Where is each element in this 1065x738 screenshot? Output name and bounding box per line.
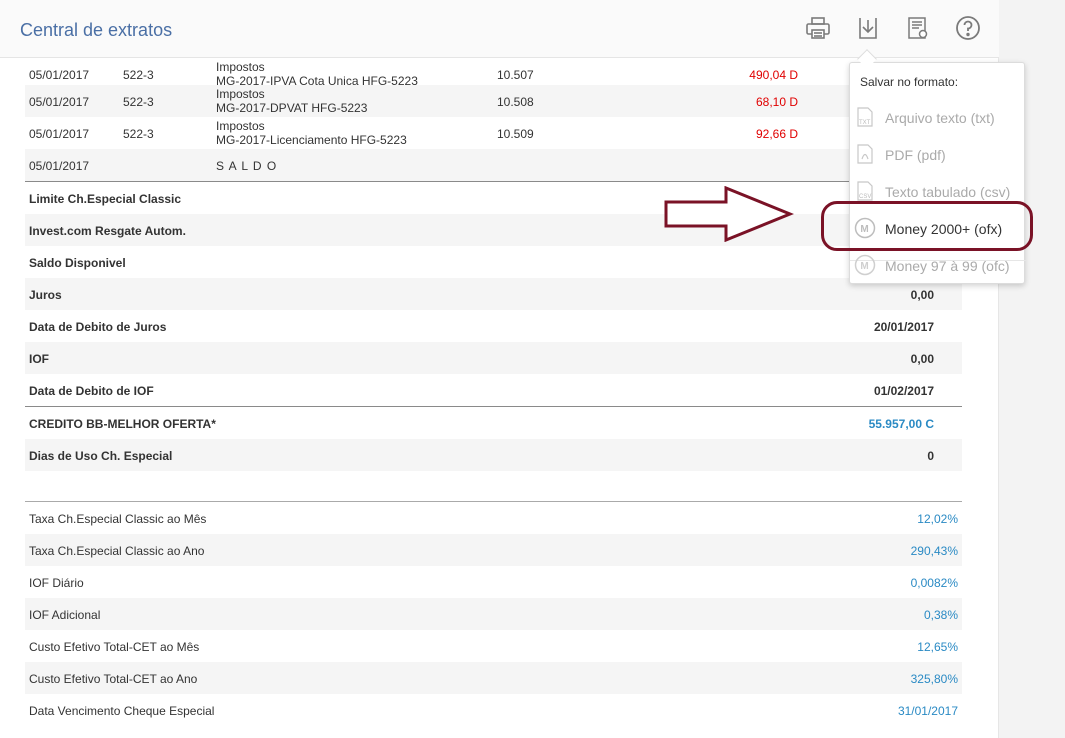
rate-row: Data Vencimento Cheque Especial 31/01/20… (25, 694, 962, 726)
annotation-highlight (821, 201, 1033, 251)
summary-label: Juros (29, 288, 62, 302)
printer-icon[interactable] (805, 15, 831, 41)
date-cell: 05/01/2017 (29, 95, 90, 109)
summary-value: 01/02/2017 (873, 384, 934, 398)
summary-label: Data de Debito de Juros (29, 320, 167, 334)
format-option-txt[interactable]: TXT Arquivo texto (txt) (850, 102, 1026, 132)
summary-label: Invest.com Resgate Autom. (29, 224, 186, 238)
rate-row: Custo Efetivo Total-CET ao Mês 12,65% (25, 630, 962, 662)
header-bar: Central de extratos (0, 0, 999, 58)
rate-row: IOF Adicional 0,38% (25, 598, 962, 630)
dropdown-title: Salvar no formato: (860, 75, 959, 89)
description-cell: Impostos MG-2017-DPVAT HFG-5223 (216, 87, 368, 115)
rate-label: Taxa Ch.Especial Classic ao Ano (29, 544, 205, 558)
document-cell: 10.507 (497, 68, 534, 82)
rate-value: 290,43% (910, 544, 958, 558)
credit-value: 55.957,00 C (868, 417, 934, 431)
table-row: 05/01/2017 522-3 Impostos MG-2017-DPVAT H… (25, 85, 962, 117)
credit-row: CREDITO BB-MELHOR OFERTA* 55.957,00 C (25, 407, 962, 439)
format-option-label: Arquivo texto (txt) (885, 110, 995, 126)
rate-label: Custo Efetivo Total-CET ao Mês (29, 640, 200, 654)
receipt-icon[interactable] (905, 15, 931, 41)
dias-label: Dias de Uso Ch. Especial (29, 449, 173, 463)
summary-row: Juros 0,00 (25, 278, 962, 310)
svg-text:M: M (860, 261, 868, 272)
rate-row: Custo Efetivo Total-CET ao Ano 325,80% (25, 662, 962, 694)
summary-row: Data de Debito de IOF 01/02/2017 (25, 374, 962, 406)
rate-label: IOF Adicional (29, 608, 101, 622)
summary-label: Limite Ch.Especial Classic (29, 192, 182, 206)
description-cell: Impostos MG-2017-IPVA Cota Unica HFG-5223 (216, 60, 418, 88)
date-cell: 05/01/2017 (29, 159, 90, 173)
format-option-ofc[interactable]: M Money 97 à 99 (ofc) (850, 250, 1026, 280)
rate-label: IOF Diário (29, 576, 84, 590)
summary-label: Saldo Disponivel (29, 256, 126, 270)
rate-value: 0,38% (923, 608, 958, 622)
summary-row: IOF 0,00 (25, 342, 962, 374)
saldo-label: S A L D O (216, 159, 278, 173)
branch-cell: 522-3 (123, 127, 154, 141)
page-title: Central de extratos (20, 20, 173, 40)
pdf-file-icon (854, 143, 876, 165)
svg-text:TXT: TXT (859, 120, 871, 126)
description-cell: Impostos MG-2017-Licenciamento HFG-5223 (216, 119, 407, 147)
rate-label: Custo Efetivo Total-CET ao Ano (29, 672, 198, 686)
rate-row: Taxa Ch.Especial Classic ao Mês 12,02% (25, 502, 962, 534)
branch-cell: 522-3 (123, 95, 154, 109)
value-cell: 68,10 D (755, 95, 798, 109)
credit-label: CREDITO BB-MELHOR OFERTA* (29, 417, 216, 431)
format-option-pdf[interactable]: PDF (pdf) (850, 139, 1026, 169)
rate-row: IOF Diário 0,0082% (25, 566, 962, 598)
svg-text:CSV: CSV (859, 194, 871, 200)
table-row: 05/01/2017 522-3 Impostos MG-2017-Licenci… (25, 117, 962, 149)
summary-value: 0,00 (910, 352, 934, 366)
document-cell: 10.509 (497, 127, 534, 141)
date-cell: 05/01/2017 (29, 68, 90, 82)
summary-row: Data de Debito de Juros 20/01/2017 (25, 310, 962, 342)
rate-value: 12,02% (917, 512, 958, 526)
date-cell: 05/01/2017 (29, 127, 90, 141)
value-cell: 92,66 D (755, 127, 798, 141)
money-icon: M (854, 254, 876, 276)
download-icon[interactable] (855, 15, 881, 41)
format-option-label: Money 97 à 99 (ofc) (885, 258, 1010, 274)
branch-cell: 522-3 (123, 68, 154, 82)
document-cell: 10.508 (497, 95, 534, 109)
value-cell: 490,04 D (749, 68, 798, 82)
rate-label: Taxa Ch.Especial Classic ao Mês (29, 512, 207, 526)
rate-row: Taxa Ch.Especial Classic ao Ano 290,43% (25, 534, 962, 566)
rate-value: 31/01/2017 (897, 704, 958, 718)
format-option-label: Texto tabulado (csv) (885, 184, 1011, 200)
summary-row: Limite Ch.Especial Classic (25, 182, 962, 214)
summary-label: Data de Debito de IOF (29, 384, 154, 398)
summary-label: IOF (29, 352, 49, 366)
format-option-label: PDF (pdf) (885, 147, 946, 163)
dias-row: Dias de Uso Ch. Especial 0 (25, 439, 962, 471)
rate-value: 12,65% (917, 640, 958, 654)
summary-value: 0,00 (910, 288, 934, 302)
rate-value: 325,80% (910, 672, 958, 686)
summary-value: 20/01/2017 (873, 320, 934, 334)
rate-label: Data Vencimento Cheque Especial (29, 704, 215, 718)
help-icon[interactable] (955, 15, 981, 41)
saldo-row: 05/01/2017 S A L D O (25, 149, 962, 181)
summary-row: Saldo Disponivel (25, 246, 962, 278)
txt-file-icon: TXT (854, 106, 876, 128)
csv-file-icon: CSV (854, 180, 876, 202)
dias-value: 0 (927, 449, 934, 463)
annotation-arrow-icon (664, 185, 794, 245)
rate-value: 0,0082% (910, 576, 958, 590)
